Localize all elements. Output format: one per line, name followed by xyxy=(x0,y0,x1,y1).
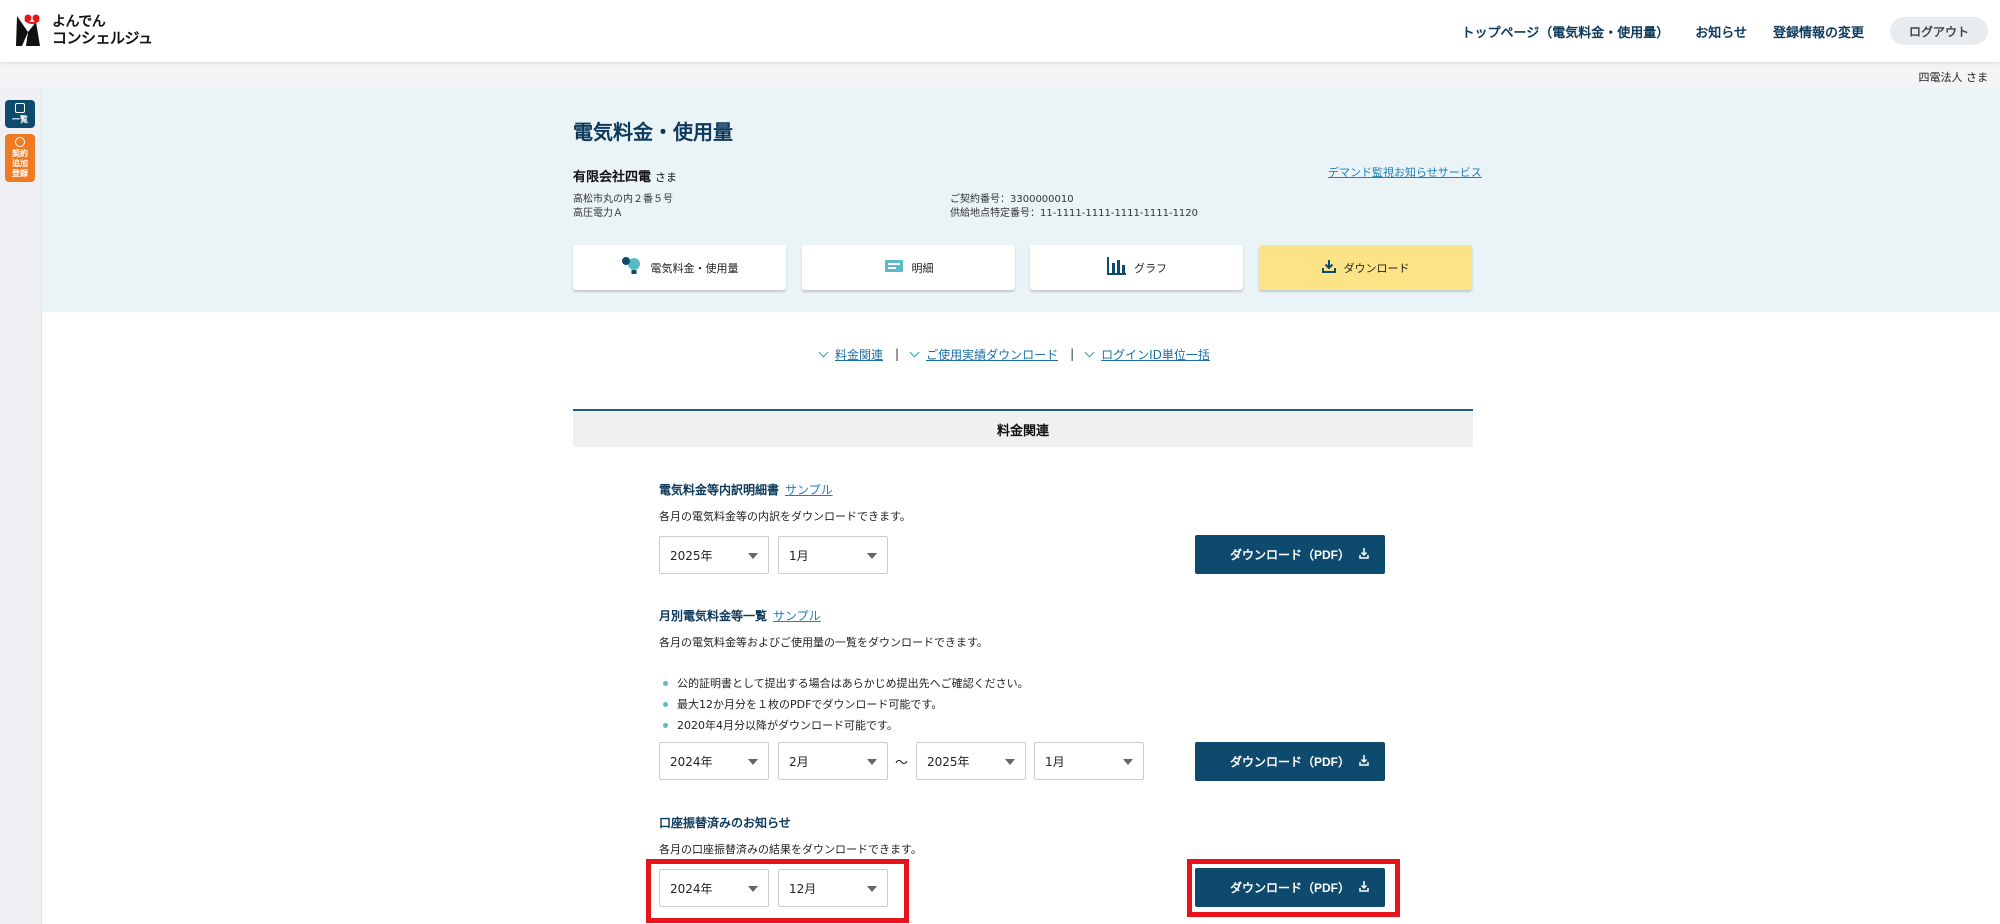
month-select-breakdown[interactable]: 1月 xyxy=(778,536,888,574)
customer-address: 高松市丸の内２番５号 高圧電力Ａ xyxy=(573,194,673,219)
section-header-charges: 料金関連 xyxy=(573,409,1473,447)
caret-down-icon xyxy=(867,759,877,765)
item-title-breakdown: 電気料金等内訳明細書 サンプル xyxy=(659,483,833,497)
item-desc-breakdown: 各月の電気料金等の内訳をダウンロードできます。 xyxy=(659,510,911,523)
anchor-separator: | xyxy=(895,347,900,361)
caret-down-icon xyxy=(748,759,758,765)
chevron-down-icon xyxy=(909,347,920,357)
demand-monitor-link[interactable]: デマンド監視お知らせサービス xyxy=(1328,164,1482,180)
anchor-login-id-bulk[interactable]: ログインID単位一括 xyxy=(1084,346,1210,363)
tab-download[interactable]: ダウンロード xyxy=(1259,245,1472,290)
nav-registration-change[interactable]: 登録情報の変更 xyxy=(1773,22,1864,41)
from-year-select[interactable]: 2024年 xyxy=(659,742,769,780)
caret-down-icon xyxy=(867,886,877,892)
to-year-select[interactable]: 2025年 xyxy=(916,742,1026,780)
list-shortcut-button[interactable]: 一覧 xyxy=(5,100,35,128)
caret-down-icon xyxy=(1005,759,1015,765)
header: よんでん コンシェルジュ トップページ（電気料金・使用量） お知らせ 登録情報の… xyxy=(0,0,2000,62)
list-item: 公的証明書として提出する場合はあらかじめ提出先へご確認ください。 xyxy=(663,673,1029,694)
caret-down-icon xyxy=(748,886,758,892)
month-select-account-transfer[interactable]: 12月 xyxy=(778,869,888,907)
nav-notices[interactable]: お知らせ xyxy=(1695,22,1747,41)
top-nav: トップページ（電気料金・使用量） お知らせ 登録情報の変更 ログアウト xyxy=(1461,17,2000,45)
download-pdf-button-breakdown[interactable]: ダウンロード（PDF） xyxy=(1195,535,1385,574)
download-icon xyxy=(1359,881,1369,892)
user-strip: 四電法人 さま xyxy=(0,62,2000,88)
caret-down-icon xyxy=(867,553,877,559)
item-title-account-transfer: 口座振替済みのお知らせ xyxy=(659,816,791,830)
chevron-down-icon xyxy=(1084,347,1095,357)
nav-top-page[interactable]: トップページ（電気料金・使用量） xyxy=(1461,22,1669,41)
from-month-select[interactable]: 2月 xyxy=(778,742,888,780)
year-select-breakdown[interactable]: 2025年 xyxy=(659,536,769,574)
document-icon xyxy=(15,103,25,113)
to-month-select[interactable]: 1月 xyxy=(1034,742,1144,780)
sample-link-breakdown[interactable]: サンプル xyxy=(785,483,833,497)
tab-statement[interactable]: 明細 xyxy=(802,245,1015,290)
anchor-charges[interactable]: 料金関連 xyxy=(818,346,883,363)
tab-charges-usage[interactable]: 電気料金・使用量 xyxy=(573,245,786,290)
tab-graph[interactable]: グラフ xyxy=(1030,245,1243,290)
logo-line2: コンシェルジュ xyxy=(52,29,153,47)
logo-line1: よんでん xyxy=(52,14,106,30)
download-pdf-button-account-transfer[interactable]: ダウンロード（PDF） xyxy=(1195,868,1385,907)
contract-info: ご契約番号：3300000010 供給地点特定番号：11-1111-1111-1… xyxy=(950,194,1199,219)
download-icon xyxy=(1321,259,1336,276)
item-title-monthly-list: 月別電気料金等一覧 サンプル xyxy=(659,609,821,623)
download-icon xyxy=(1359,755,1369,766)
list-item: 2020年4月分以降がダウンロード可能です。 xyxy=(663,715,1029,736)
page-title: 電気料金・使用量 xyxy=(573,120,733,144)
anchor-usage-download[interactable]: ご使用実績ダウンロード xyxy=(909,346,1058,363)
item-desc-monthly-list: 各月の電気料金等およびご使用量の一覧をダウンロードできます。 xyxy=(659,636,988,649)
notes-list: 公的証明書として提出する場合はあらかじめ提出先へご確認ください。 最大12か月分… xyxy=(663,673,1029,736)
year-select-account-transfer[interactable]: 2024年 xyxy=(659,869,769,907)
contract-add-shortcut-button[interactable]: 契約 追加 登録 xyxy=(5,134,35,182)
customer-name: 有限会社四電 さま xyxy=(573,170,678,185)
item-desc-account-transfer: 各月の口座振替済みの結果をダウンロードできます。 xyxy=(659,843,922,856)
receipt-icon xyxy=(884,259,904,276)
side-shortcuts: 一覧 契約 追加 登録 xyxy=(0,88,42,924)
sample-link-monthly-list[interactable]: サンプル xyxy=(773,609,821,623)
logout-button[interactable]: ログアウト xyxy=(1890,17,1988,45)
plus-circle-icon xyxy=(15,137,25,147)
logo-mark-icon xyxy=(14,12,48,48)
yonden-logo[interactable]: よんでん コンシェルジュ xyxy=(14,12,153,48)
range-tilde: 〜 xyxy=(895,756,909,771)
bar-chart-icon xyxy=(1106,257,1126,278)
user-name: 四電法人 さま xyxy=(1918,71,1989,84)
caret-down-icon xyxy=(748,553,758,559)
anchor-separator: | xyxy=(1070,347,1075,361)
download-icon xyxy=(1359,548,1369,559)
list-item: 最大12か月分を１枚のPDFでダウンロード可能です。 xyxy=(663,694,1029,715)
anchor-links: 料金関連 | ご使用実績ダウンロード | ログインID単位一括 xyxy=(818,346,1210,363)
chevron-down-icon xyxy=(818,347,829,357)
bulb-yen-icon xyxy=(621,256,643,279)
caret-down-icon xyxy=(1123,759,1133,765)
download-pdf-button-monthly-list[interactable]: ダウンロード（PDF） xyxy=(1195,742,1385,781)
